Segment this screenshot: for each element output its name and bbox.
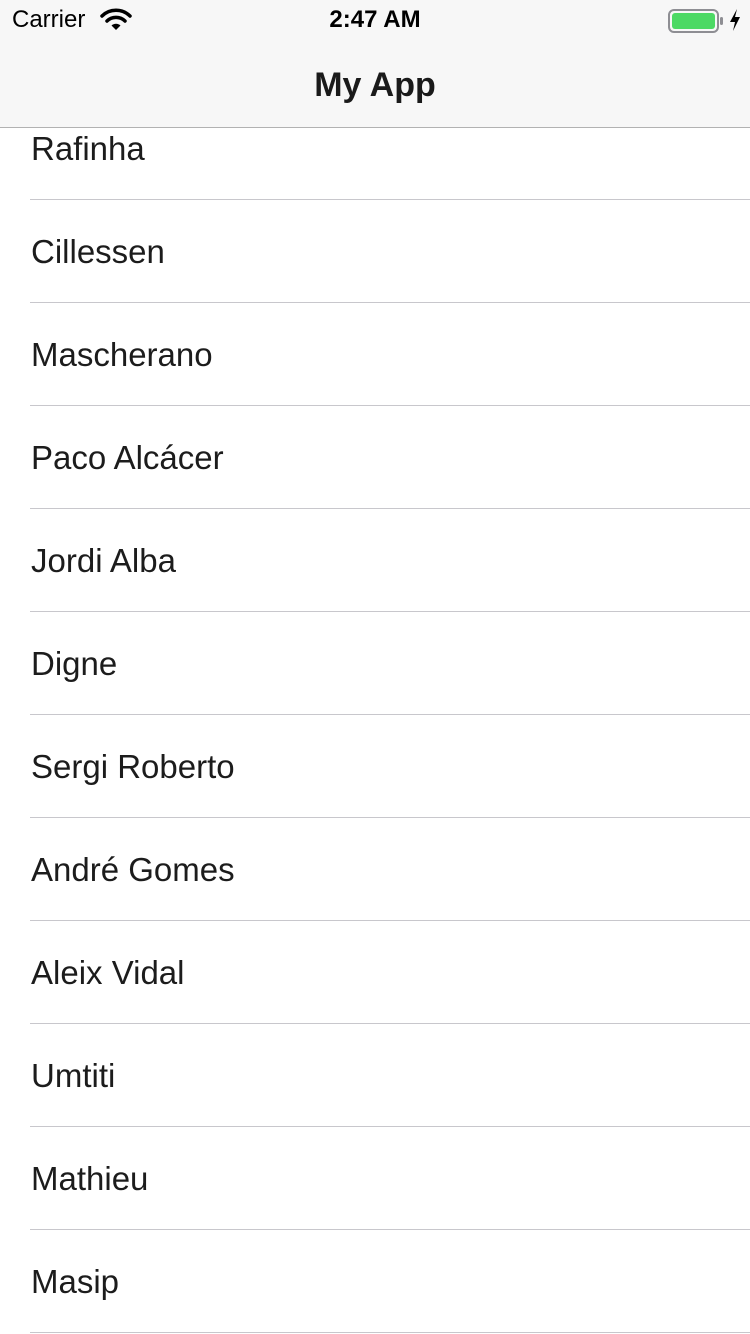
list-item[interactable]: Mascherano xyxy=(0,303,750,406)
battery-icon xyxy=(668,8,724,34)
list-item-label: André Gomes xyxy=(31,851,235,888)
list-item[interactable]: Digne xyxy=(0,612,750,715)
list-item[interactable]: Cillessen xyxy=(0,200,750,303)
list-item[interactable]: Mathieu xyxy=(0,1127,750,1230)
nav-title: My App xyxy=(314,66,436,104)
list-item[interactable]: Sergi Roberto xyxy=(0,715,750,818)
top-bar: Carrier 2:47 AM My App xyxy=(0,0,750,128)
list-item-label: Mathieu xyxy=(31,1160,149,1197)
list-item-label: Jordi Alba xyxy=(31,542,176,579)
status-bar: Carrier 2:47 AM xyxy=(0,0,750,40)
row-separator xyxy=(30,1332,750,1333)
charging-bolt-icon xyxy=(728,8,742,32)
list-item[interactable]: Jordi Alba xyxy=(0,509,750,612)
list-item-label: Mascherano xyxy=(31,336,213,373)
list-item-label: Digne xyxy=(31,645,118,682)
status-time: 2:47 AM xyxy=(329,6,421,33)
list-item[interactable]: André Gomes xyxy=(0,818,750,921)
list-item[interactable]: Aleix Vidal xyxy=(0,921,750,1024)
player-list: Rafinha Cillessen Mascherano Paco Alcácer Jo… xyxy=(0,97,750,1333)
list-item-label: Paco Alcácer xyxy=(31,439,224,476)
list-item-label: Masip xyxy=(31,1263,120,1300)
list-item[interactable]: Paco Alcácer xyxy=(0,406,750,509)
list-item-label: Aleix Vidal xyxy=(31,954,185,991)
list-item[interactable]: Umtiti xyxy=(0,1024,750,1127)
list-item-label: Sergi Roberto xyxy=(31,748,235,785)
list-item[interactable]: Masip xyxy=(0,1230,750,1333)
list-item-label: Cillessen xyxy=(31,233,165,270)
list-item-label: Umtiti xyxy=(31,1057,116,1094)
